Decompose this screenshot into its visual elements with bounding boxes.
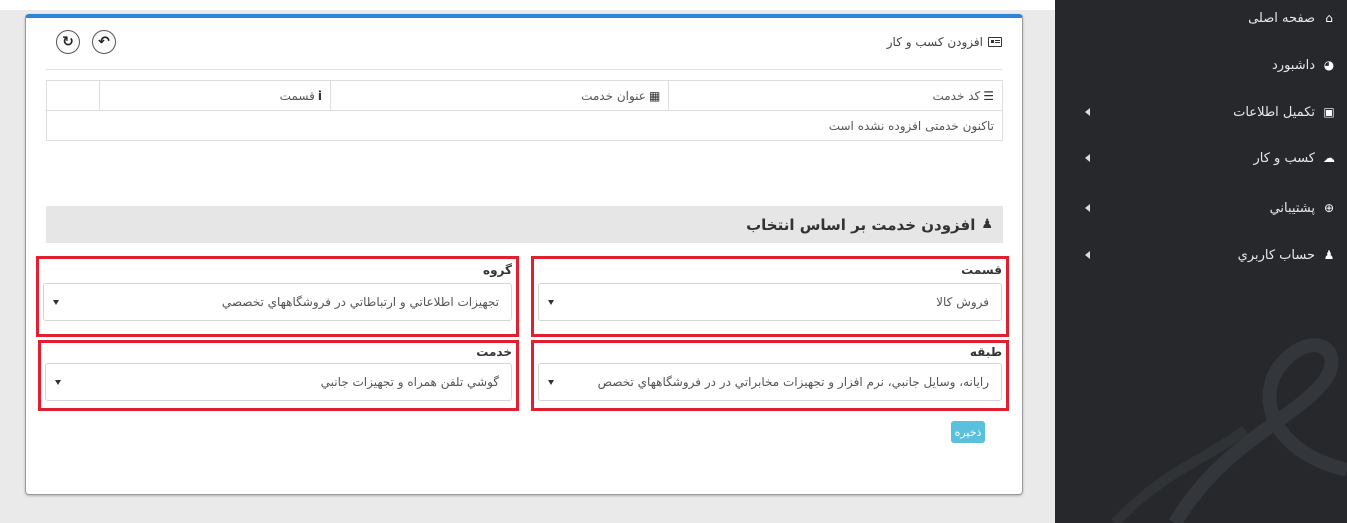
goroh-value: تجهيزات اطلاعاتي و ارتباطاتي در فروشگاهه…: [221, 295, 499, 309]
table-header-row: ☰کد خدمت ▦عنوان خدمت iقسمت: [45, 80, 1003, 111]
khedmat-select[interactable]: گوشي تلفن همراه و تجهيزات جانبي: [45, 363, 512, 401]
section-header: ♟ افزودن خدمت بر اساس انتخاب: [46, 206, 1003, 243]
qesmat-select[interactable]: فروش کالا: [538, 283, 1002, 321]
section-title: افزودن خدمت بر اساس انتخاب: [746, 215, 976, 234]
caret-down-icon: [55, 380, 61, 385]
chevron-left-icon: [1085, 204, 1090, 212]
page-title: افزودن کسب و کار: [887, 35, 1002, 49]
cloud-icon: ☁: [1323, 151, 1335, 165]
sidebar-item-complete-info[interactable]: ▣ تکمیل اطلاعات: [1055, 97, 1347, 127]
back-icon: ↶: [98, 34, 110, 50]
col-section: iقسمت: [99, 80, 331, 111]
caret-down-icon: [53, 300, 59, 305]
page-title-text: افزودن کسب و کار: [886, 35, 983, 49]
table-row: تاکنون خدمتی افزوده نشده است: [46, 110, 1003, 141]
sidebar: ⌂ صفحه اصلی ◕ داشبورد ▣ تکمیل اطلاعات ☁ …: [1055, 0, 1347, 523]
col-code: ☰کد خدمت: [668, 80, 1003, 111]
panel-header: افزودن کسب و کار ↶ ↻: [26, 18, 1022, 69]
khedmat-label: خدمت: [476, 345, 512, 359]
back-button[interactable]: ↶: [92, 30, 116, 54]
sidebar-item-business[interactable]: ☁ کسب و کار: [1055, 143, 1347, 173]
tabaqe-field-group: طبقه رايانه، وسايل جانبي، نرم افزار و تج…: [531, 340, 1009, 411]
id-card-icon: [988, 37, 1002, 47]
caret-down-icon: [548, 300, 554, 305]
user-icon: ♟: [1323, 248, 1335, 262]
list-icon: ☰: [983, 88, 994, 103]
chevron-left-icon: [1085, 251, 1090, 259]
header-divider: [46, 69, 1002, 70]
goroh-select[interactable]: تجهيزات اطلاعاتي و ارتباطاتي در فروشگاهه…: [43, 283, 512, 321]
goroh-field-group: گروه تجهيزات اطلاعاتي و ارتباطاتي در فرو…: [36, 256, 519, 337]
sidebar-item-label: داشبورد: [1272, 57, 1315, 73]
qesmat-field-group: قسمت فروش کالا: [531, 256, 1009, 337]
tabaqe-select[interactable]: رايانه، وسايل جانبي، نرم افزار و تجهيزات…: [538, 363, 1002, 401]
id-card-icon: ▣: [1323, 105, 1335, 119]
tabaqe-label: طبقه: [969, 345, 1002, 359]
sidebar-item-label: کسب و کار: [1253, 150, 1315, 166]
top-strip: [0, 0, 1055, 10]
tabaqe-value: رايانه، وسايل جانبي، نرم افزار و تجهيزات…: [597, 375, 989, 389]
sidebar-item-home[interactable]: ⌂ صفحه اصلی: [1055, 3, 1347, 33]
empty-message: تاکنون خدمتی افزوده نشده است: [46, 110, 1003, 141]
sidebar-item-label: صفحه اصلی: [1248, 10, 1315, 26]
services-table: ☰کد خدمت ▦عنوان خدمت iقسمت تاکنون خدمتی …: [45, 80, 1003, 141]
caret-down-icon: [548, 380, 554, 385]
info-icon: i: [317, 88, 322, 103]
refresh-button[interactable]: ↻: [56, 30, 80, 54]
main-panel: افزودن کسب و کار ↶ ↻ ☰کد خدمت ▦عنوان خدم…: [25, 14, 1023, 495]
khedmat-field-group: خدمت گوشي تلفن همراه و تجهيزات جانبي: [38, 340, 519, 411]
col-title: ▦عنوان خدمت: [329, 80, 670, 111]
chevron-left-icon: [1085, 108, 1090, 116]
chevron-left-icon: [1085, 154, 1090, 162]
lifebuoy-icon: ⊕: [1323, 201, 1335, 215]
save-button[interactable]: ذخیره: [951, 421, 985, 443]
dashboard-icon: ◕: [1323, 58, 1335, 72]
user-icon: ♟: [981, 217, 993, 232]
home-icon: ⌂: [1325, 11, 1333, 25]
sidebar-item-label: پشتيباني: [1269, 200, 1315, 216]
col-actions: [45, 80, 101, 111]
qesmat-label: قسمت: [961, 263, 1002, 277]
goroh-label: گروه: [483, 263, 512, 277]
sidebar-item-label: تکمیل اطلاعات: [1233, 104, 1315, 120]
sidebar-item-account[interactable]: ♟ حساب کاربري: [1055, 240, 1347, 270]
khedmat-value: گوشي تلفن همراه و تجهيزات جانبي: [320, 375, 499, 389]
calendar-icon: ▦: [648, 88, 661, 103]
qesmat-value: فروش کالا: [936, 295, 989, 309]
refresh-icon: ↻: [62, 34, 74, 50]
sidebar-item-dashboard[interactable]: ◕ داشبورد: [1055, 50, 1347, 80]
sidebar-item-support[interactable]: ⊕ پشتيباني: [1055, 193, 1347, 223]
sidebar-item-label: حساب کاربري: [1237, 247, 1315, 263]
